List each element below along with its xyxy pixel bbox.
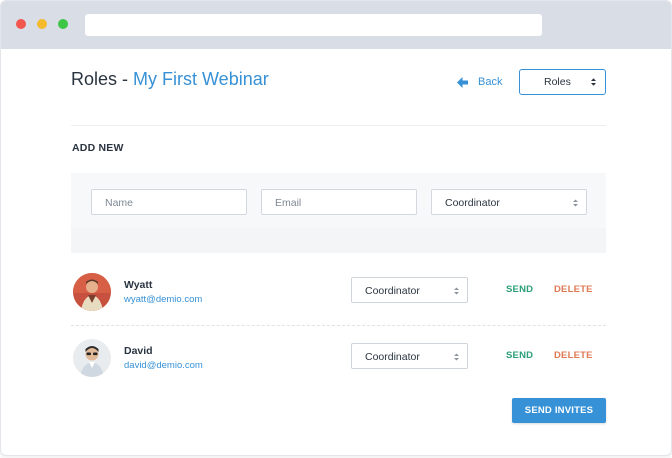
chevron-updown-icon — [454, 287, 459, 295]
send-invites-button[interactable]: SEND INVITES — [512, 398, 606, 423]
user-name: Wyatt — [124, 279, 153, 291]
back-link[interactable]: Back — [456, 73, 502, 91]
chevron-updown-icon — [591, 78, 596, 86]
avatar — [73, 339, 111, 377]
user-photo-wyatt — [73, 273, 111, 311]
user-role-select[interactable]: Coordinator — [351, 277, 468, 303]
delete-button[interactable]: DELETE — [554, 284, 593, 295]
back-label: Back — [478, 76, 503, 88]
header-divider — [71, 125, 606, 126]
page-title-prefix: Roles — [71, 69, 118, 89]
user-role-value: Coordinator — [365, 285, 420, 297]
close-window-button[interactable] — [16, 19, 26, 29]
add-new-heading: ADD NEW — [72, 142, 124, 154]
roles-dropdown[interactable]: Roles — [519, 69, 606, 95]
user-role-select[interactable]: Coordinator — [351, 343, 468, 369]
page-title: Roles - My First Webinar — [71, 69, 269, 90]
user-email[interactable]: wyatt@demio.com — [124, 294, 202, 305]
minimize-window-button[interactable] — [37, 19, 47, 29]
chevron-updown-icon — [573, 199, 578, 207]
row-divider — [71, 325, 606, 326]
name-input[interactable]: Name — [91, 189, 247, 215]
email-input[interactable]: Email — [261, 189, 417, 215]
user-row: Wyatt wyatt@demio.com Coordinator SEND D… — [71, 273, 606, 313]
user-row: David david@demio.com Coordinator SEND D… — [71, 339, 606, 379]
user-name: David — [124, 345, 153, 357]
roles-dropdown-value: Roles — [544, 76, 571, 88]
new-role-select[interactable]: Coordinator — [431, 189, 587, 215]
chevron-updown-icon — [454, 353, 459, 361]
user-role-value: Coordinator — [365, 351, 420, 363]
email-input-placeholder: Email — [275, 197, 302, 209]
user-photo-david — [73, 339, 111, 377]
name-input-placeholder: Name — [105, 197, 134, 209]
delete-button[interactable]: DELETE — [554, 350, 593, 361]
webinar-name[interactable]: My First Webinar — [133, 69, 269, 89]
browser-titlebar — [1, 1, 671, 49]
avatar — [73, 273, 111, 311]
page-title-separator: - — [117, 69, 134, 89]
new-role-select-value: Coordinator — [445, 197, 500, 209]
send-button[interactable]: SEND — [506, 350, 533, 361]
address-bar[interactable] — [85, 14, 542, 36]
user-email[interactable]: david@demio.com — [124, 360, 203, 371]
browser-window: Roles - My First Webinar Back Roles ADD … — [0, 0, 672, 456]
arrow-left-icon — [457, 76, 468, 88]
send-button[interactable]: SEND — [506, 284, 533, 295]
maximize-window-button[interactable] — [58, 19, 68, 29]
